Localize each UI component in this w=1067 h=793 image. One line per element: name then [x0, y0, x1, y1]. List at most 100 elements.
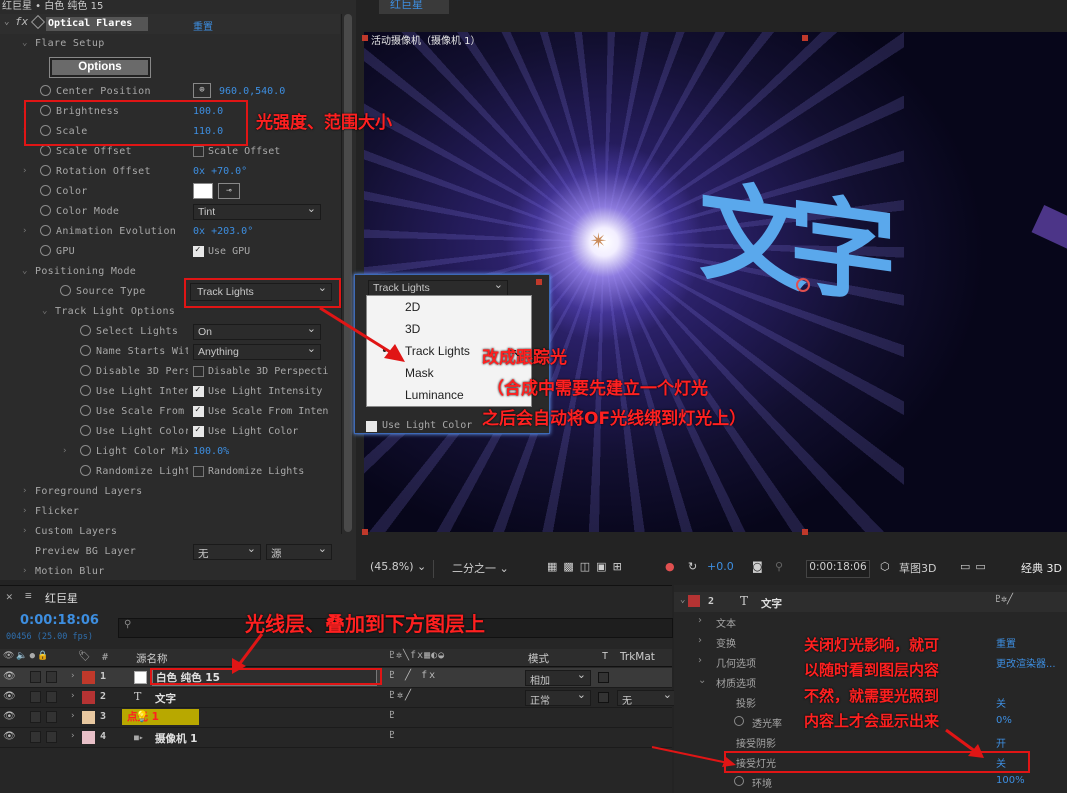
stopwatch-icon[interactable] — [80, 425, 91, 436]
label-color-swatch[interactable] — [82, 731, 95, 744]
layer-name[interactable]: 文字 — [155, 691, 176, 706]
view-icons[interactable]: ▭▭ — [960, 560, 1010, 578]
layer-switches[interactable]: ♇✲╱ — [389, 690, 413, 701]
fx-icon[interactable]: fx — [15, 15, 28, 28]
eyedropper-icon[interactable]: ⊸ — [218, 183, 240, 199]
twirl-icon[interactable]: › — [698, 635, 702, 646]
layer-property-value[interactable]: 100% — [996, 775, 1025, 786]
property-value[interactable]: ⊕ 960.0,540.0 — [193, 83, 285, 98]
twirl-icon[interactable]: ⌄ — [698, 675, 706, 686]
layer-row[interactable]: 👁 › 4 ■▸ 摄像机 1 ♇ — [0, 728, 672, 748]
switch-box[interactable] — [46, 711, 57, 723]
blend-mode-dropdown[interactable]: 相加 — [525, 668, 591, 687]
effect-row[interactable]: Use Light Inten Use Light Intensity — [0, 382, 340, 402]
effect-row[interactable]: GPU Use GPU — [0, 242, 340, 262]
stopwatch-icon[interactable] — [80, 445, 91, 456]
checkbox[interactable] — [193, 425, 204, 437]
name-column-header[interactable]: 源名称 — [136, 651, 168, 666]
switch-box[interactable] — [46, 671, 57, 683]
checkbox[interactable] — [193, 466, 204, 477]
resolution-dropdown[interactable]: 二分之一 ⌄ — [452, 560, 530, 578]
property-value[interactable]: 0x +203.0° — [193, 226, 253, 237]
blend-mode-dropdown[interactable]: 正常 — [525, 688, 591, 707]
stopwatch-icon[interactable] — [40, 165, 51, 176]
layer-property-value[interactable]: 0% — [996, 715, 1012, 726]
property-dropdown[interactable]: Tint — [193, 202, 321, 220]
color-channel-icon[interactable]: ● — [665, 560, 675, 578]
menu-item-luminance[interactable]: Luminance — [405, 388, 464, 402]
stopwatch-icon[interactable] — [40, 245, 51, 256]
panel-scrollbar[interactable] — [341, 14, 353, 534]
preserve-transparency-box[interactable] — [598, 672, 609, 683]
effect-name[interactable]: Optical Flares — [46, 17, 148, 31]
effect-row[interactable]: › Light Color Mix 100.0% — [0, 442, 340, 462]
twirl-icon[interactable]: › — [22, 486, 27, 496]
twirl-icon[interactable]: › — [22, 166, 27, 176]
viewer-tab[interactable]: 红巨星 — [379, 0, 449, 14]
layer-property-value[interactable]: 关 — [996, 695, 1006, 710]
stopwatch-icon[interactable] — [80, 465, 91, 476]
twirl-icon[interactable]: › — [22, 226, 27, 236]
stopwatch-icon[interactable] — [40, 85, 51, 96]
reset-exposure-icon[interactable]: ↻ — [688, 560, 697, 578]
classic-3d-label[interactable]: 经典 3D — [1021, 560, 1067, 578]
popup-dropdown-current[interactable]: Track Lights — [368, 278, 508, 296]
exposure-value[interactable]: +0.0 — [707, 560, 734, 578]
color-swatch[interactable] — [193, 183, 213, 199]
effect-row[interactable]: › Flicker — [0, 502, 340, 522]
stopwatch-icon[interactable] — [40, 145, 51, 156]
effect-row[interactable]: Center Position ⊕ 960.0,540.0 — [0, 82, 340, 102]
twirl-icon[interactable]: ⌄ — [22, 38, 27, 48]
layer-switch-icons[interactable]: ♇✲╱ — [995, 594, 1013, 605]
eye-icon[interactable]: 👁 — [3, 671, 16, 682]
stopwatch-icon[interactable] — [80, 405, 91, 416]
effect-row[interactable]: › Custom Layers — [0, 522, 340, 542]
stopwatch-icon[interactable] — [60, 285, 71, 296]
stopwatch-icon[interactable] — [40, 225, 51, 236]
expand-arrow-icon[interactable]: › — [70, 671, 75, 681]
layer-switches[interactable]: ♇ — [389, 730, 397, 741]
options-button[interactable]: Options — [49, 57, 151, 78]
preserve-transparency-box[interactable] — [598, 692, 609, 703]
viewer-tool-icons[interactable]: ▦▩◫▣⊞ — [547, 560, 657, 578]
timeline-comp-name[interactable]: 红巨星 — [45, 590, 78, 606]
crosshair-icon[interactable]: ⊕ — [193, 83, 211, 98]
layer-row[interactable]: 👁 › 2 T 文字 ♇✲╱ 正常 无 — [0, 688, 677, 708]
switch-box[interactable] — [30, 671, 41, 683]
effect-row[interactable]: › Motion Blur — [0, 562, 340, 582]
stopwatch-icon[interactable] — [40, 185, 51, 196]
effect-row[interactable]: ⌄ Flare Setup — [0, 34, 340, 54]
layer-name[interactable]: 点光 1 — [122, 709, 199, 725]
property-dropdown-secondary[interactable]: 源 — [266, 542, 332, 560]
expand-arrow-icon[interactable]: › — [70, 691, 75, 701]
layer-property-row[interactable]: 环境 100% — [676, 772, 1067, 792]
effect-row[interactable]: Select Lights On — [0, 322, 340, 342]
light-position-icon[interactable] — [796, 278, 810, 292]
switch-box[interactable] — [46, 731, 57, 743]
layer-switches[interactable]: ♇ — [389, 710, 397, 721]
switch-box[interactable] — [30, 731, 41, 743]
layer-name[interactable]: 摄像机 1 — [155, 731, 197, 746]
property-value[interactable]: 0x +70.0° — [193, 166, 247, 177]
expand-arrow-icon[interactable]: › — [70, 711, 75, 721]
label-color-swatch[interactable] — [82, 691, 95, 704]
stopwatch-icon[interactable] — [80, 325, 91, 336]
switch-box[interactable] — [30, 711, 41, 723]
switch-box[interactable] — [30, 691, 41, 703]
twirl-icon[interactable]: ⌄ — [22, 266, 27, 276]
label-color-swatch[interactable] — [82, 711, 95, 724]
menu-icon[interactable]: ≡ — [25, 589, 32, 602]
eye-icon[interactable]: 👁 — [3, 731, 16, 742]
twirl-icon[interactable]: › — [698, 615, 702, 626]
twirl-icon[interactable]: › — [22, 566, 27, 576]
stopwatch-icon[interactable] — [734, 776, 744, 786]
property-dropdown[interactable]: 无 — [193, 542, 261, 560]
twirl-icon[interactable]: › — [62, 446, 67, 456]
timeline-timecode[interactable]: 0:00:18:06 — [20, 613, 99, 628]
stopwatch-icon[interactable] — [40, 205, 51, 216]
effect-row[interactable]: Disable 3D Pers Disable 3D Perspecti — [0, 362, 340, 382]
expand-arrow-icon[interactable]: › — [70, 731, 75, 741]
effect-row[interactable]: Name Starts Wit Anything — [0, 342, 340, 362]
checkbox[interactable] — [193, 405, 204, 417]
eye-icon[interactable]: 👁 — [3, 711, 16, 722]
